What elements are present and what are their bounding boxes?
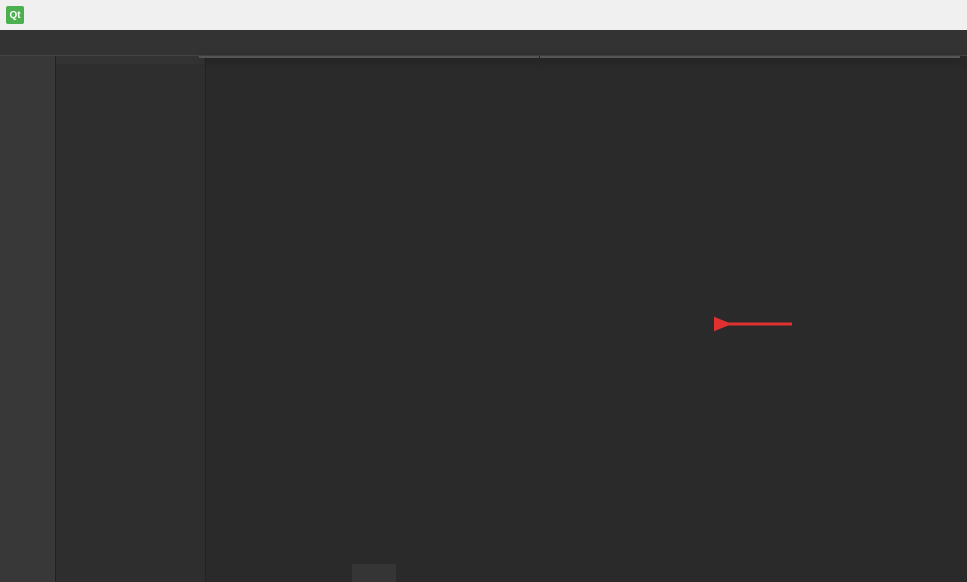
code-editor[interactable] xyxy=(206,56,967,582)
line-number xyxy=(352,564,396,582)
debug-menu xyxy=(199,56,539,58)
mode-sidebar xyxy=(0,56,56,582)
project-panel xyxy=(56,56,206,582)
menu-bar xyxy=(0,30,967,56)
title-bar: Qt xyxy=(0,0,967,30)
project-panel-header xyxy=(56,56,205,64)
app-icon: Qt xyxy=(6,6,24,24)
project-tree xyxy=(56,64,205,72)
start-debug-submenu xyxy=(540,56,960,58)
